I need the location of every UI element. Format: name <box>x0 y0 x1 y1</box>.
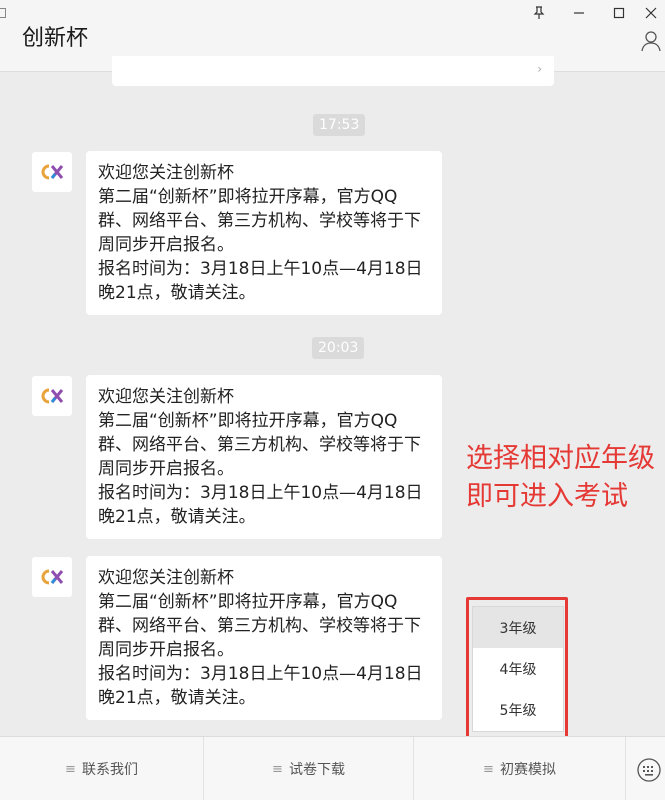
message-line: 第二届“创新杯”即将拉开序幕，官方QQ <box>98 187 398 207</box>
message-line: 报名时间为：3月18日上午10点—4月18日 <box>98 664 423 684</box>
message-line: 报名时间为：3月18日上午10点—4月18日 <box>98 483 423 503</box>
highlight-box <box>466 597 568 742</box>
annotation-line: 选择相对应年级 <box>466 443 655 474</box>
minimize-icon[interactable] <box>566 4 592 22</box>
message-bubble[interactable]: 欢迎您关注创新杯 第二届“创新杯”即将拉开序幕，官方QQ 群、网络平台、第三方机… <box>86 375 442 539</box>
message-line: 群、网络平台、第三方机构、学校等将于下 <box>98 616 421 636</box>
message-line: 欢迎您关注创新杯 <box>98 568 234 588</box>
menu-lines-icon: ≡ <box>272 761 283 777</box>
message-line: 群、网络平台、第三方机构、学校等将于下 <box>98 211 421 231</box>
message-line: 报名时间为：3月18日上午10点—4月18日 <box>98 259 423 279</box>
message-line: 周同步开启报名。 <box>98 459 234 479</box>
avatar[interactable] <box>32 376 72 416</box>
menu-button-label: 试卷下载 <box>288 762 345 778</box>
avatar[interactable] <box>32 557 72 597</box>
menu-lines-icon: ≡ <box>483 761 494 777</box>
bottom-menu-bar: ≡ 联系我们 ≡ 试卷下载 ≡ 初赛模拟 <box>0 736 665 800</box>
menu-button-label: 初赛模拟 <box>499 762 556 778</box>
message-line: 晚21点，敬请关注。 <box>98 507 256 527</box>
timestamp: 17:53 <box>313 114 366 136</box>
message-bubble[interactable]: 欢迎您关注创新杯 第二届“创新杯”即将拉开序幕，官方QQ 群、网络平台、第三方机… <box>86 151 442 315</box>
menu-lines-icon: ≡ <box>65 761 76 777</box>
keyboard-icon[interactable] <box>636 757 662 783</box>
timestamp: 20:03 <box>312 337 365 359</box>
menu-button-download[interactable]: ≡ 试卷下载 <box>204 737 414 800</box>
message-line: 欢迎您关注创新杯 <box>98 387 234 407</box>
menu-button-contact[interactable]: ≡ 联系我们 <box>0 737 204 800</box>
maximize-icon[interactable] <box>606 4 632 22</box>
message-line: 第二届“创新杯”即将拉开序幕，官方QQ <box>98 592 398 612</box>
message-line: 周同步开启报名。 <box>98 235 234 255</box>
chat-title: 创新杯 <box>22 26 89 51</box>
message-line: 晚21点，敬请关注。 <box>98 283 256 303</box>
pin-icon[interactable] <box>526 4 552 22</box>
annotation-text: 选择相对应年级 即可进入考试 <box>466 440 655 516</box>
message-line: 欢迎您关注创新杯 <box>98 163 234 183</box>
message-bubble[interactable]: 欢迎您关注创新杯 第二届“创新杯”即将拉开序幕，官方QQ 群、网络平台、第三方机… <box>86 556 442 720</box>
close-icon[interactable] <box>638 4 664 22</box>
chevron-right-icon: › <box>537 62 542 76</box>
message-line: 周同步开启报名。 <box>98 640 234 660</box>
message-line: 第二届“创新杯”即将拉开序幕，官方QQ <box>98 411 398 431</box>
avatar[interactable] <box>32 152 72 192</box>
menu-button-mock-exam[interactable]: ≡ 初赛模拟 <box>414 737 626 800</box>
message-line: 晚21点，敬请关注。 <box>98 688 256 708</box>
person-icon[interactable] <box>641 30 661 52</box>
annotation-line: 即可进入考试 <box>466 481 628 512</box>
menu-button-label: 联系我们 <box>81 762 138 778</box>
window-edge-glyph <box>0 0 8 56</box>
message-line: 群、网络平台、第三方机构、学校等将于下 <box>98 435 421 455</box>
previous-message-bubble: › <box>112 56 554 86</box>
